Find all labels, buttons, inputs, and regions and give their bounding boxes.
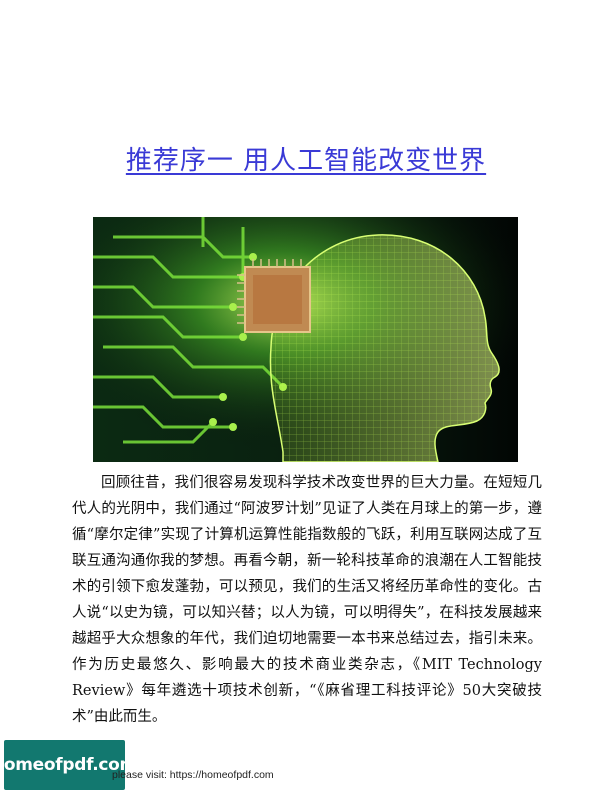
footer-note-prefix: please visit: — [112, 769, 170, 781]
footer-visit-note: please visit: https://homeofpdf.com — [112, 769, 274, 781]
document-page: 推荐序一 用人工智能改变世界 回顾往昔，我们很容易发现科学技术改变世界的巨大力量… — [0, 0, 612, 792]
footer-link[interactable]: https://homeofpdf.com — [170, 769, 274, 781]
intro-paragraph: 回顾往昔，我们很容易发现科学技术改变世界的巨大力量。在短短几代人的光阴中，我们通… — [72, 475, 542, 725]
ai-head-illustration — [93, 217, 518, 462]
chapter-title-link[interactable]: 推荐序一 用人工智能改变世界 — [126, 146, 486, 176]
footer: homeofpdf.com please visit: https://home… — [0, 740, 612, 792]
homeofpdf-logo[interactable]: homeofpdf.com — [0, 740, 137, 790]
chapter-title: 推荐序一 用人工智能改变世界 — [0, 140, 612, 177]
